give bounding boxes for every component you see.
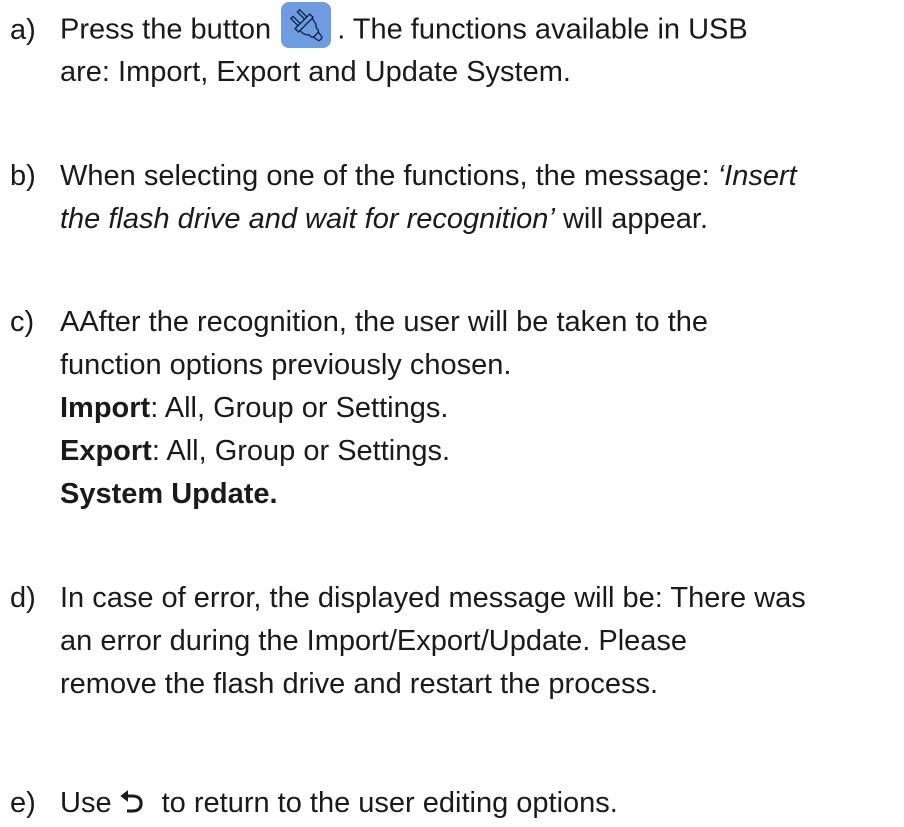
item-marker: b) (10, 160, 36, 192)
import-label: Import (60, 392, 151, 424)
item-e-line-1: e) Use ⮌ to return to the user editing opti… (10, 781, 900, 824)
item-c-import: Import: All, Group or Settings. (10, 387, 900, 430)
item-b-line-2: the flash drive and wait for recognition… (10, 198, 900, 241)
item-d-line-1: d) In case of error, the displayed messag… (10, 577, 900, 620)
item-c-export: Export: All, Group or Settings. (10, 430, 900, 473)
item-e-text-before: Use (60, 787, 112, 819)
item-d-line-2: an error during the Import/Export/Update… (60, 625, 688, 657)
export-text: : All, Group or Settings. (151, 435, 451, 467)
import-text: : All, Group or Settings. (150, 392, 449, 424)
item-marker: e) (10, 787, 36, 819)
export-label: Export (60, 435, 152, 467)
item-marker: c) (10, 306, 35, 338)
item-e-text-after: to return to the user editing options. (161, 787, 618, 819)
item-a-line-2: are: Import, Export and Update System. (60, 56, 571, 88)
item-c-text-1: AAfter the recognition, the user will be… (60, 306, 709, 338)
system-update-label: System Update. (60, 478, 278, 510)
item-a-text-before: Press the button (60, 13, 272, 46)
item-b-line2-plain: will appear. (554, 203, 709, 235)
list-item-e: e) Use ⮌ to return to the user editing opti… (10, 781, 900, 824)
usb-button[interactable]: 🔌︎ (281, 2, 332, 48)
list-item-d: d) In case of error, the displayed messag… (10, 577, 900, 706)
usb-icon: 🔌︎ (285, 7, 327, 43)
item-a-text-after: . The functions available in USB (337, 13, 748, 46)
return-arrow-icon[interactable]: ⮌ (120, 781, 144, 824)
item-c-system-update: System Update. (10, 473, 900, 516)
item-b-text-plain: When selecting one of the functions, the… (60, 160, 710, 192)
item-b-line2-italic: the flash drive and wait for recognition… (60, 203, 555, 235)
item-marker: a) (10, 13, 36, 46)
item-c-line-1: c) AAfter the recognition, the user will … (10, 301, 900, 344)
item-b-text-italic: ‘Insert (717, 160, 797, 192)
list-item-a: a) Press the button 🔌︎ . The functions avai… (10, 2, 900, 94)
item-a-line-1: a) Press the button 🔌︎ . The functions avai… (10, 2, 900, 51)
item-marker: d) (10, 582, 36, 614)
item-c-line-2: function options previously chosen. (60, 349, 512, 381)
list-item-c: c) AAfter the recognition, the user will … (10, 301, 900, 516)
item-d-line-3: remove the flash drive and restart the p… (60, 668, 659, 700)
item-d-text-1: In case of error, the displayed message … (60, 582, 806, 614)
item-b-line-1: b) When selecting one of the functions, t… (10, 155, 900, 198)
list-item-b: b) When selecting one of the functions, t… (10, 155, 900, 241)
